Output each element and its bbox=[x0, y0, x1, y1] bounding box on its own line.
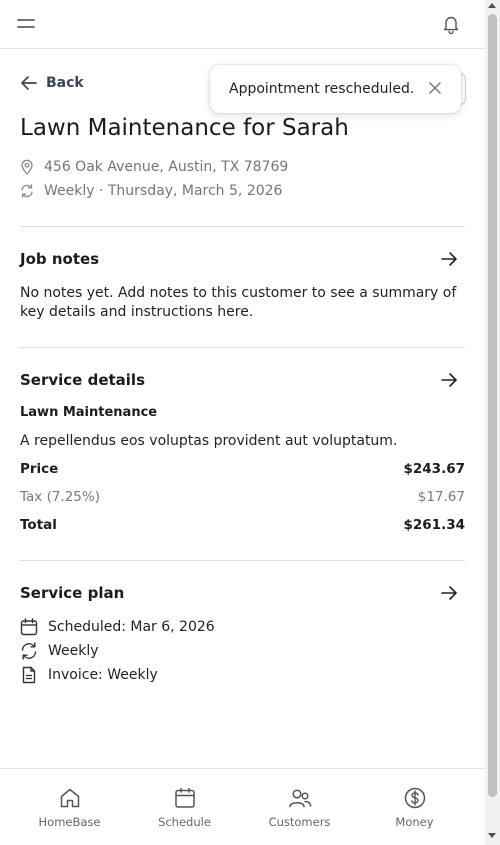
plan-invoice: Invoice: Weekly bbox=[20, 666, 158, 684]
nav-label: Customers bbox=[268, 815, 331, 829]
recurrence-text: Weekly · Thursday, March 5, 2026 bbox=[44, 183, 283, 199]
home-icon bbox=[60, 788, 79, 808]
service-description: A repellendus eos voluptas provident aut… bbox=[20, 433, 398, 449]
page-title: Lawn Maintenance for Sarah bbox=[20, 115, 349, 141]
bell-icon[interactable] bbox=[440, 13, 462, 35]
plan-invoice-text: Invoice: Weekly bbox=[48, 667, 158, 683]
back-label: Back bbox=[46, 75, 84, 91]
job-recurrence: Weekly · Thursday, March 5, 2026 bbox=[20, 183, 282, 199]
total-value: $261.34 bbox=[403, 517, 466, 533]
divider bbox=[20, 347, 465, 348]
nav-label: Money bbox=[395, 815, 434, 829]
service-details-title: Service details bbox=[20, 371, 145, 389]
divider bbox=[20, 226, 465, 227]
divider bbox=[20, 560, 465, 561]
address-text: 456 Oak Avenue, Austin, TX 78769 bbox=[44, 159, 289, 175]
tax-label: Tax (7.25%) bbox=[20, 489, 100, 505]
location-pin-icon bbox=[21, 159, 33, 175]
nav-item-schedule[interactable]: Schedule bbox=[127, 769, 242, 845]
job-notes-arrow-icon[interactable] bbox=[439, 249, 459, 269]
service-plan-arrow-icon[interactable] bbox=[439, 583, 459, 603]
menu-icon[interactable] bbox=[16, 14, 38, 34]
service-plan-title: Service plan bbox=[20, 584, 125, 602]
plan-scheduled-text: Scheduled: Mar 6, 2026 bbox=[48, 619, 215, 635]
document-icon bbox=[22, 666, 36, 684]
scroll-down-icon[interactable] bbox=[488, 833, 496, 838]
price-label: Price bbox=[20, 461, 59, 477]
job-notes-body: No notes yet. Add notes to this customer… bbox=[20, 285, 457, 320]
service-details-arrow-icon[interactable] bbox=[439, 370, 459, 390]
repeat-icon bbox=[21, 184, 33, 198]
scrollbar[interactable] bbox=[485, 0, 500, 845]
close-icon[interactable] bbox=[428, 81, 442, 95]
nav-item-money[interactable]: Money bbox=[357, 769, 472, 845]
calendar-icon bbox=[174, 787, 195, 808]
toast-message: Appointment rescheduled. bbox=[229, 81, 415, 97]
job-notes-title: Job notes bbox=[20, 250, 100, 268]
tax-value: $17.67 bbox=[417, 489, 465, 505]
job-address: 456 Oak Avenue, Austin, TX 78769 bbox=[20, 159, 288, 175]
toast-notification: Appointment rescheduled. bbox=[210, 65, 461, 113]
nav-item-customers[interactable]: Customers bbox=[242, 769, 357, 845]
price-row: Price $243.67 bbox=[20, 461, 465, 477]
total-row: Total $261.34 bbox=[20, 517, 465, 533]
nav-label: HomeBase bbox=[38, 815, 101, 829]
service-name: Lawn Maintenance bbox=[20, 405, 158, 420]
plan-frequency: Weekly bbox=[20, 642, 99, 660]
scrollbar-thumb[interactable] bbox=[488, 14, 497, 797]
back-button[interactable]: Back bbox=[20, 75, 84, 91]
price-value: $243.67 bbox=[403, 461, 466, 477]
nav-label: Schedule bbox=[158, 815, 211, 829]
arrow-left-icon bbox=[21, 76, 37, 90]
top-bar bbox=[0, 0, 485, 49]
nav-item-homebase[interactable]: HomeBase bbox=[12, 769, 127, 845]
scroll-up-icon[interactable] bbox=[488, 3, 496, 8]
calendar-icon bbox=[20, 618, 38, 636]
repeat-icon bbox=[21, 642, 37, 660]
tax-row: Tax (7.25%) $17.67 bbox=[20, 489, 465, 505]
dollar-icon bbox=[404, 787, 425, 809]
people-icon bbox=[288, 789, 311, 808]
bottom-nav: HomeBase Schedule Customers Money bbox=[0, 768, 485, 845]
plan-scheduled: Scheduled: Mar 6, 2026 bbox=[20, 618, 215, 636]
total-label: Total bbox=[20, 517, 57, 533]
plan-frequency-text: Weekly bbox=[48, 643, 99, 659]
